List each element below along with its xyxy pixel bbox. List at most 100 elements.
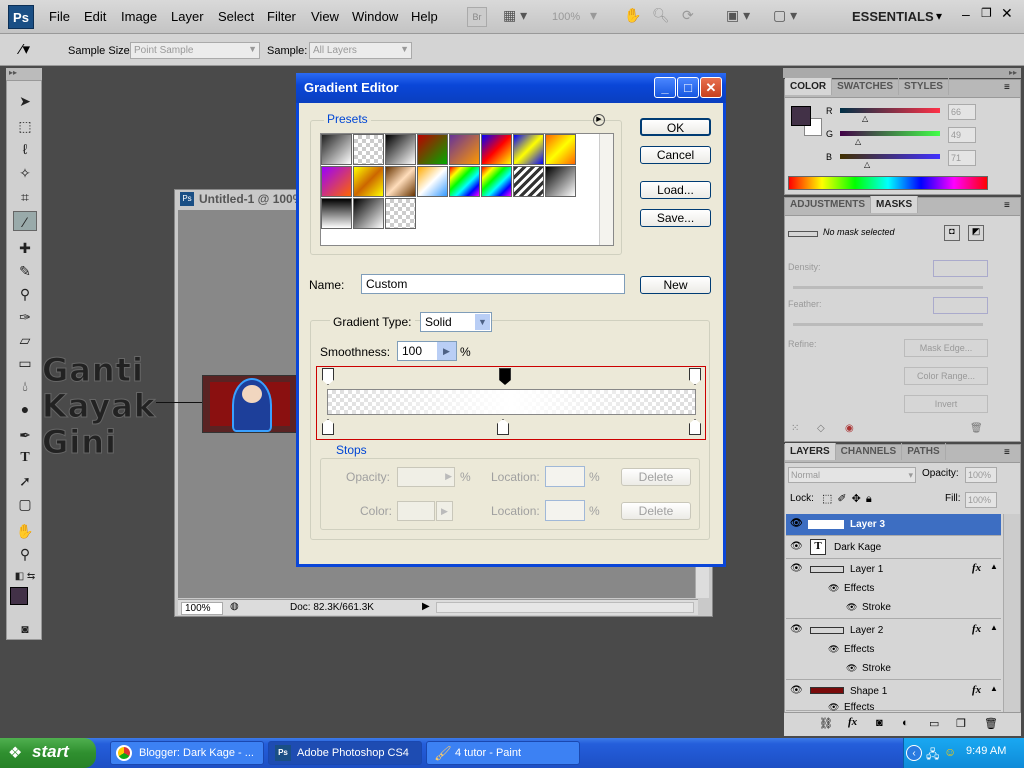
document-zoom-field[interactable]: 100% [181,602,223,615]
fx-icon[interactable]: fx [972,562,981,574]
status-options-icon[interactable]: ◍ [230,601,239,612]
new-layer-icon[interactable]: ❐ [956,717,966,730]
arrange-documents-icon[interactable]: ▣ ▾ [726,7,750,27]
pixel-mask-icon[interactable]: ◘ [944,225,960,241]
brush-tool-icon[interactable]: ✎ [13,261,37,281]
color-location-input[interactable] [545,500,585,521]
eye-icon[interactable]: 👁︎ [790,518,803,529]
restore-icon[interactable]: ❐ [981,6,992,20]
tab-styles[interactable]: STYLES [899,78,949,95]
shape-tool-icon[interactable]: ▢ [13,494,37,514]
workspace-dropdown-icon[interactable]: ▾ [936,9,942,23]
layer-name[interactable]: Layer 1 [850,564,883,575]
toolbox-collapse-icon[interactable]: ▸▸ [6,68,42,80]
layer-opacity-input[interactable]: 100% [965,467,997,483]
preset-violet-orange[interactable] [449,134,480,165]
new-button[interactable]: New [640,276,711,294]
density-slider[interactable] [793,286,983,289]
eraser-tool-icon[interactable]: ▱ [13,330,37,350]
mask-edge-button[interactable]: Mask Edge... [904,339,988,357]
disable-mask-icon[interactable]: ◉ [845,423,854,434]
color-delete-button[interactable]: Delete [621,502,691,520]
apply-mask-icon[interactable]: ◇ [817,423,825,434]
eyedropper-preset-icon[interactable]: ⁄▾ [20,40,30,58]
dialog-minimize-icon[interactable]: _ [654,77,676,98]
preset-transparent-rainbow[interactable] [481,166,512,197]
preset-fg-to-transparent[interactable] [353,134,384,165]
b-input[interactable]: 71 [948,150,976,166]
photoshop-logo[interactable]: Ps [8,5,34,29]
blur-tool-icon[interactable]: 💧︎ [13,376,37,396]
type-tool-icon[interactable]: T [13,448,37,468]
rotate-view-icon[interactable]: ⟳ [682,7,694,27]
eye-icon[interactable]: 👁︎ [846,602,857,613]
g-input[interactable]: 49 [948,127,976,143]
preset-spectrum[interactable] [449,166,480,197]
tab-layers[interactable]: LAYERS [785,443,836,460]
horizontal-scrollbar[interactable] [436,602,694,613]
menu-select[interactable]: Select [218,9,254,24]
presets-menu-icon[interactable]: ▶ [593,114,605,126]
layer-row-layer-2[interactable]: 👁︎ Layer 2 fx ▲ 👁︎ Effects 👁︎ Stroke [786,620,1001,680]
layer-row-shape-1[interactable]: 👁︎ Shape 1 fx ▲ 👁︎ Effects [786,681,1001,713]
menu-layer[interactable]: Layer [171,9,204,24]
layer-row-dark-kage[interactable]: 👁︎ T Dark Kage [786,537,1001,559]
preset-copper[interactable] [385,166,416,197]
view-extras-icon[interactable]: ▦ ▾ [503,7,527,27]
add-style-icon[interactable]: fx [848,716,857,728]
ok-button[interactable]: OK [640,118,711,136]
menu-filter[interactable]: Filter [267,9,296,24]
path-selection-tool-icon[interactable]: ➚ [13,471,37,491]
stop-opacity-input[interactable]: ▶ [397,467,455,487]
close-icon[interactable]: ✕ [1001,5,1013,22]
eye-icon[interactable]: 👁︎ [790,624,803,635]
eye-icon[interactable]: 👁︎ [828,644,839,655]
layer-row-layer-1[interactable]: 👁︎ Layer 1 fx ▲ 👁︎ Effects 👁︎ Stroke [786,559,1001,619]
preset-black-white[interactable] [385,134,416,165]
fx-icon[interactable]: fx [972,684,981,696]
sample-size-select[interactable]: Point Sample ▼ [130,42,260,59]
delete-mask-icon[interactable]: 🗑︎ [970,423,983,434]
load-button[interactable]: Load... [640,181,711,199]
preset-custom-1[interactable] [321,198,352,229]
tab-masks[interactable]: MASKS [871,196,919,213]
menu-help[interactable]: Help [411,9,438,24]
history-brush-tool-icon[interactable]: ✑ [13,307,37,327]
color-fg-swatch[interactable] [791,106,811,126]
preset-black-white-2[interactable] [545,166,576,197]
show-hidden-icons-icon[interactable]: ‹ [906,745,922,761]
stroke-effect-label[interactable]: Stroke [862,663,891,674]
preset-custom-3[interactable] [385,198,416,229]
opacity-location-input[interactable] [545,466,585,487]
clone-stamp-tool-icon[interactable]: ⚲ [13,284,37,304]
preset-chrome[interactable] [417,166,448,197]
add-mask-icon[interactable]: ◙ [876,717,883,729]
gradient-type-select[interactable]: Solid ▼ [420,312,492,332]
expand-effects-icon[interactable]: ▲ [990,562,998,571]
blend-mode-select[interactable]: Normal ▾ [788,467,916,483]
layer-name[interactable]: Layer 2 [850,625,883,636]
default-colors-icon[interactable]: ◧ ⇆ [13,567,37,587]
layers-scrollbar[interactable] [1003,514,1020,712]
document-title[interactable]: Untitled-1 @ 100% [199,192,303,206]
cancel-button[interactable]: Cancel [640,146,711,164]
marquee-tool-icon[interactable]: ⬚ [13,116,37,136]
eye-icon[interactable]: 👁︎ [846,663,857,674]
invert-button[interactable]: Invert [904,395,988,413]
feather-slider[interactable] [793,323,983,326]
vector-mask-icon[interactable]: ◩ [968,225,984,241]
b-slider[interactable] [840,154,940,159]
zoom-level-menu[interactable]: 100% [552,11,580,23]
zoom-tool-icon[interactable]: 🔍︎ [652,7,670,27]
preset-blue-yellow-blue[interactable] [513,134,544,165]
opacity-delete-button[interactable]: Delete [621,468,691,486]
density-input[interactable] [933,260,988,277]
name-input[interactable]: Custom [361,274,625,294]
panel-collapse-icon[interactable]: ▸▸ [783,68,1021,78]
layer-name[interactable]: Layer 3 [850,519,885,530]
preset-red-green[interactable] [417,134,448,165]
lasso-tool-icon[interactable]: ℓ [13,139,37,159]
menu-file[interactable]: File [49,9,70,24]
zoom-tool-icon[interactable]: ⚲ [13,544,37,564]
presets-scrollbar[interactable] [599,134,613,245]
